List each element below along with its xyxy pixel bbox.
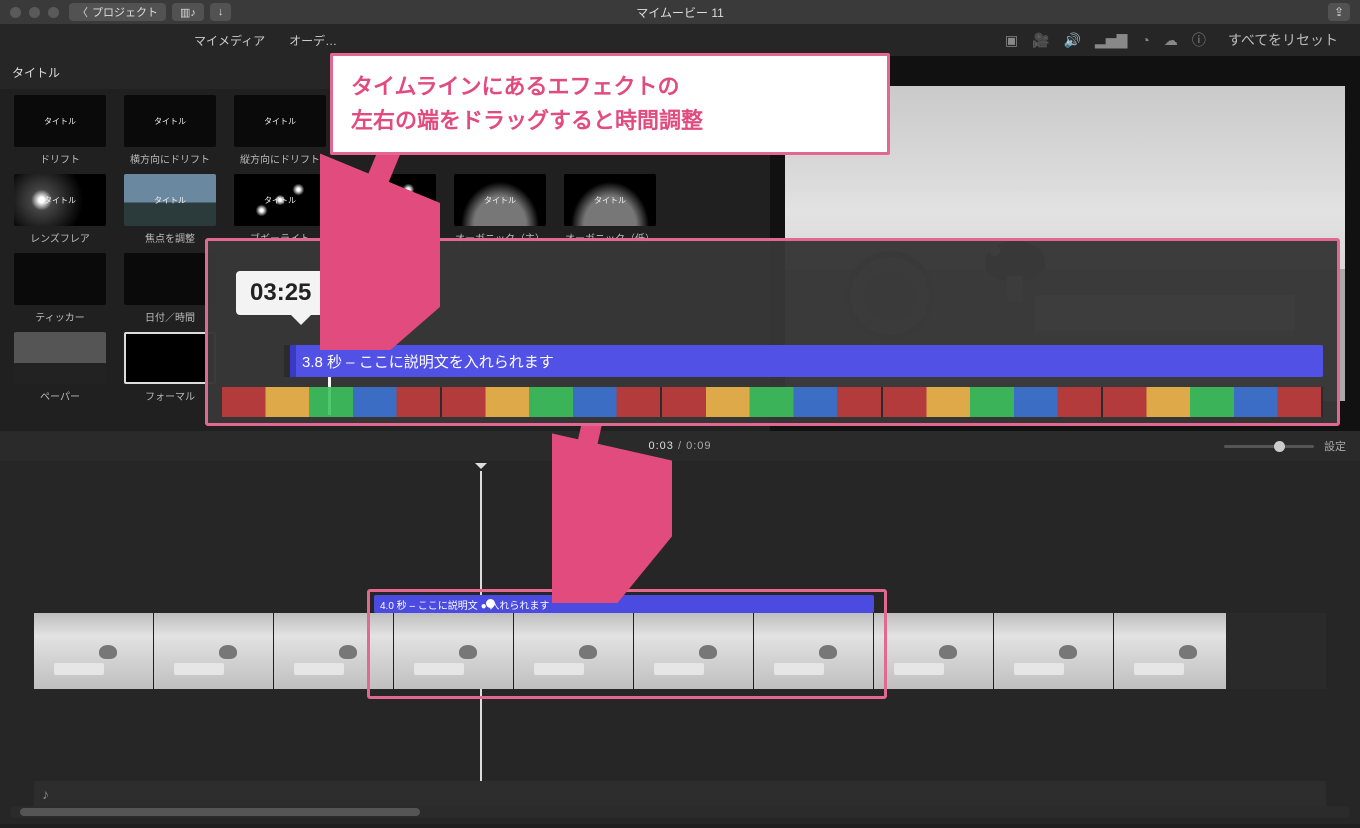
music-note-icon: ♪ [42,786,49,802]
download-icon: ↓ [218,6,224,18]
reset-all-button[interactable]: すべてをリセット [1220,27,1346,53]
overlay-title-clip-label: 3.8 秒 – ここに説明文を入れられます [302,351,554,372]
timeline-clip[interactable] [994,613,1114,689]
timeline-clip[interactable] [154,613,274,689]
projects-back-label: プロジェクト [92,4,158,20]
equalizer-icon[interactable]: ▂▅▇ [1095,32,1127,49]
title-item[interactable]: タイトル 焦点を調整 [124,174,216,245]
title-item[interactable]: タイトル 縦方向にドリフト [234,95,326,166]
annotation-callout: タイムラインにあるエフェクトの 左右の端をドラッグすると時間調整 [330,53,890,155]
playback-strip: 0:03 / 0:09 設定 [0,431,1360,461]
title-item-label: ドリフト [40,155,80,166]
overlay-title-clip[interactable]: 3.8 秒 – ここに説明文を入れられます [290,345,1323,377]
timeline-clip[interactable] [394,613,514,689]
title-item-label: 縦方向にドリフト [240,155,320,166]
timeline-scrollbar[interactable] [10,806,1350,818]
titlebar: 〈 プロジェクト ▥♪ ↓ マイムービー 11 ⇪ [0,0,1360,24]
callout-line: タイムラインにあるエフェクトの [351,70,869,104]
title-item[interactable]: ティッカー [14,253,106,324]
callout-line: 左右の端をドラッグすると時間調整 [351,104,869,138]
title-item-label: 焦点を調整 [145,234,195,245]
media-toggle-button[interactable]: ▥♪ [172,3,204,21]
projects-back-button[interactable]: 〈 プロジェクト [69,3,166,21]
title-item-label: ペーパー [40,392,80,403]
title-item-label: ティッカー [35,313,84,324]
title-item[interactable]: タイトル 横方向にドリフト [124,95,216,166]
timeline-clip[interactable] [754,613,874,689]
title-item-label: 日付／時間 [145,313,195,324]
toolbar: マイメディア オーデ… ▣ 🎥 🔊 ▂▅▇ ◔ ☁ ⓘ すべてをリセット [0,24,1360,56]
crop-icon[interactable]: ▣ [1005,32,1018,49]
timeline-video-track[interactable] [34,613,1326,689]
timeline-clip[interactable] [34,613,154,689]
title-item[interactable]: タイトル ブギーライト [234,174,326,245]
info-icon[interactable]: ⓘ [1192,30,1206,50]
title-item[interactable]: タイトル オーガニック（低） [564,174,656,245]
overlay-timecode-tooltip: 03:25 [236,271,325,315]
timeline-clip[interactable] [874,613,994,689]
title-item[interactable]: タイトル レンズフレア [14,174,106,245]
title-item[interactable]: 日付／時間 [124,253,216,324]
camera-icon[interactable]: 🎥 [1032,32,1049,49]
share-icon: ⇪ [1334,5,1344,19]
title-item[interactable]: タイトル ドリフト [14,95,106,166]
title-item-label: 横方向にドリフト [130,155,210,166]
timeline-title-clip-label: 4.0 秒 – ここに説明文 ● 入れられます [380,597,549,612]
share-button[interactable]: ⇪ [1328,3,1350,21]
scrollbar-thumb[interactable] [20,808,420,816]
import-button[interactable]: ↓ [210,3,232,21]
title-item[interactable]: ペーパー [14,332,106,403]
tab-audio[interactable]: オーデ… [289,32,337,49]
settings-button[interactable]: 設定 [1324,438,1346,454]
filter-icon[interactable]: ☁ [1164,32,1178,49]
timeline-clip[interactable] [274,613,394,689]
title-item[interactable]: フォーマル [124,332,216,403]
zoom-icon[interactable] [48,7,59,18]
chevron-left-icon: 〈 [77,4,88,20]
volume-icon[interactable]: 🔊 [1064,32,1081,49]
minimize-icon[interactable] [29,7,40,18]
window-controls[interactable] [10,7,59,18]
zoom-slider[interactable] [1224,445,1314,448]
title-item-label: レンズフレア [30,234,90,245]
library-icon: ▥♪ [180,6,196,19]
close-icon[interactable] [10,7,21,18]
title-item[interactable]: タイトル オーガニック（主） [454,174,546,245]
timeline-clip[interactable] [1114,613,1234,689]
speed-icon[interactable]: ◔ [1141,32,1149,48]
timeline-audio-track[interactable]: ♪ [34,781,1326,807]
timeline-clip[interactable] [634,613,754,689]
tab-my-media[interactable]: マイメディア [194,32,265,49]
window-title: マイムービー 11 [0,4,1360,21]
title-item-label: フォーマル [145,392,195,403]
inspector-tools: ▣ 🎥 🔊 ▂▅▇ ◔ ☁ ⓘ すべてをリセット [1005,24,1346,56]
overlay-thumbnails [222,387,1323,417]
timeline[interactable]: 4.0 秒 – ここに説明文 ● 入れられます ♪ [0,461,1360,824]
playback-total: 0:09 [686,440,711,452]
timeline-clip[interactable] [514,613,634,689]
